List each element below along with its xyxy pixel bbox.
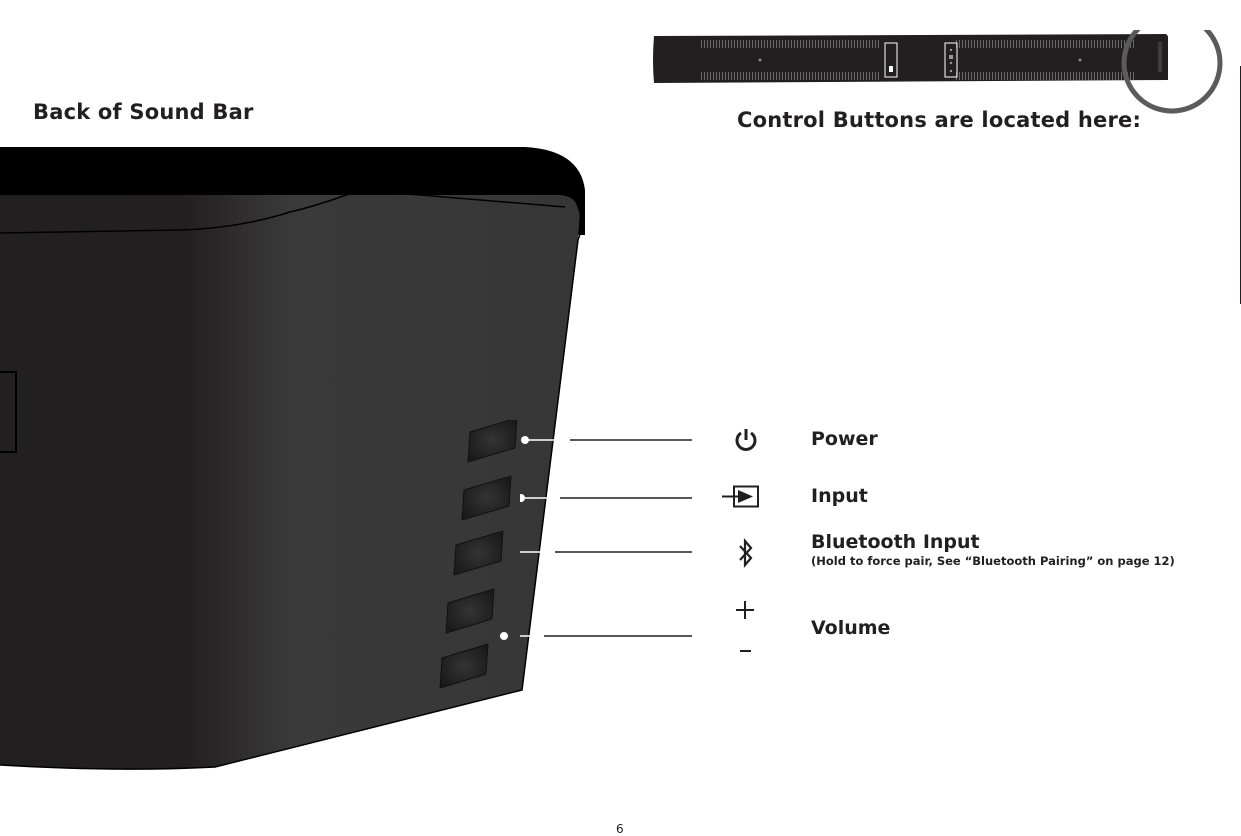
leader-input	[520, 494, 692, 502]
leader-power	[521, 436, 692, 444]
volume-plus-icon	[735, 600, 755, 620]
bluetooth-button[interactable]	[453, 530, 504, 576]
input-button[interactable]	[461, 475, 512, 521]
back-of-sound-bar-heading: Back of Sound Bar	[33, 100, 254, 124]
bluetooth-label: Bluetooth Input	[811, 531, 980, 553]
sound-bar-overview	[650, 30, 1230, 130]
volume-down-button[interactable]	[439, 643, 489, 689]
bluetooth-note: (Hold to force pair, See “Bluetooth Pair…	[811, 554, 1175, 568]
leader-bluetooth	[520, 551, 692, 553]
input-icon	[722, 485, 762, 509]
volume-up-button[interactable]	[445, 588, 495, 634]
power-icon	[733, 427, 759, 453]
volume-minus-icon	[740, 649, 752, 653]
leader-volume-dot	[500, 632, 508, 640]
page-number: 6	[616, 822, 624, 836]
input-label: Input	[811, 485, 868, 507]
leader-lines	[520, 430, 700, 650]
power-button[interactable]	[467, 420, 518, 463]
power-label: Power	[811, 428, 878, 450]
volume-label: Volume	[811, 617, 891, 639]
bluetooth-icon	[738, 538, 754, 568]
